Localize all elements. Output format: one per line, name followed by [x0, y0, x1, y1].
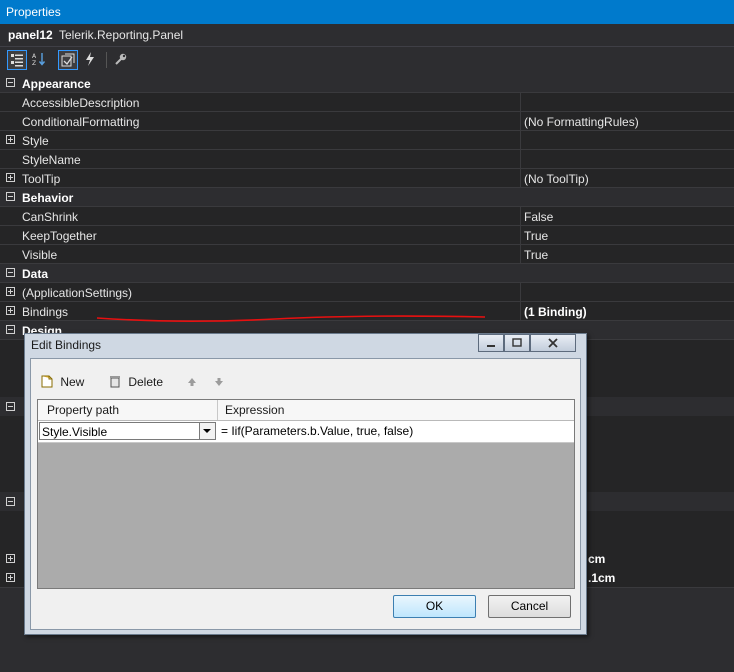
maximize-button[interactable]: [504, 334, 530, 352]
column-splitter[interactable]: [520, 207, 521, 226]
category-label: Appearance: [22, 77, 91, 91]
property-row[interactable]: StyleName: [0, 150, 734, 169]
category-behavior[interactable]: Behavior: [0, 188, 734, 207]
column-splitter[interactable]: [520, 150, 521, 169]
svg-text:A: A: [32, 53, 37, 60]
property-row[interactable]: Style: [0, 131, 734, 150]
category-label: Data: [22, 267, 49, 281]
move-down-button[interactable]: [214, 376, 224, 390]
column-splitter[interactable]: [520, 226, 521, 245]
properties-title-bar: Properties: [0, 0, 734, 24]
move-up-button[interactable]: [187, 376, 197, 390]
property-value[interactable]: False: [524, 210, 553, 224]
close-button[interactable]: [530, 334, 576, 352]
collapse-icon[interactable]: [6, 192, 15, 201]
partial-value: .1cm: [588, 571, 616, 585]
properties-toolbar: AZ: [0, 47, 734, 74]
properties-icon[interactable]: [58, 50, 78, 70]
property-name: Bindings: [22, 305, 69, 319]
expand-icon[interactable]: [6, 173, 15, 182]
property-name: ToolTip: [22, 172, 61, 186]
column-header-expression[interactable]: Expression: [225, 403, 284, 417]
column-divider: [217, 400, 218, 420]
new-icon: [41, 375, 53, 388]
category-appearance[interactable]: Appearance: [0, 74, 734, 93]
new-button[interactable]: New: [41, 375, 84, 389]
column-header-property-path[interactable]: Property path: [47, 403, 119, 417]
property-row[interactable]: (ApplicationSettings): [0, 283, 734, 302]
trash-icon: [110, 376, 120, 388]
property-row[interactable]: AccessibleDescription: [0, 93, 734, 112]
property-name: StyleName: [22, 153, 81, 167]
arrow-up-icon: [188, 378, 196, 386]
minimize-button[interactable]: [478, 334, 504, 352]
property-value[interactable]: (1 Binding): [524, 305, 587, 319]
category-data[interactable]: Data: [0, 264, 734, 283]
property-row[interactable]: Visible True: [0, 245, 734, 264]
collapse-icon[interactable]: [6, 325, 15, 334]
object-selector[interactable]: panel12 Telerik.Reporting.Panel: [0, 24, 734, 47]
column-splitter[interactable]: [520, 112, 521, 131]
window-title: Properties: [6, 5, 61, 19]
cancel-button[interactable]: Cancel: [488, 595, 571, 618]
property-name: ConditionalFormatting: [22, 115, 140, 129]
property-name: Style: [22, 134, 49, 148]
category-label: Behavior: [22, 191, 74, 205]
column-splitter[interactable]: [520, 302, 521, 321]
property-value[interactable]: True: [524, 248, 548, 262]
property-name: (ApplicationSettings): [22, 286, 133, 300]
dialog-client: New Delete Property path Expression Styl: [30, 358, 581, 630]
collapse-icon[interactable]: [6, 402, 15, 411]
expression-cell[interactable]: = Iif(Parameters.b.Value, true, false): [221, 424, 413, 438]
expand-icon[interactable]: [6, 554, 15, 563]
property-pages-icon[interactable]: [112, 50, 132, 70]
new-label: New: [60, 375, 85, 389]
property-path-value: Style.Visible: [42, 425, 108, 439]
object-type: Telerik.Reporting.Panel: [59, 28, 184, 42]
property-name: KeepTogether: [22, 229, 97, 243]
column-splitter[interactable]: [520, 283, 521, 302]
dialog-toolbar: New Delete: [35, 359, 575, 399]
chevron-down-icon[interactable]: [199, 423, 215, 439]
alphabetical-icon[interactable]: AZ: [30, 50, 50, 70]
collapse-icon[interactable]: [6, 78, 15, 87]
delete-button[interactable]: Delete: [109, 375, 163, 389]
delete-label: Delete: [128, 375, 164, 389]
edit-bindings-dialog: Edit Bindings New Delete Property path E…: [24, 333, 587, 635]
property-value[interactable]: True: [524, 229, 548, 243]
expand-icon[interactable]: [6, 135, 15, 144]
expand-icon[interactable]: [6, 573, 15, 582]
property-path-dropdown[interactable]: Style.Visible: [39, 422, 216, 440]
collapse-icon[interactable]: [6, 268, 15, 277]
object-name: panel12: [8, 28, 53, 42]
property-row[interactable]: ConditionalFormatting (No FormattingRule…: [0, 112, 734, 131]
partial-value: cm: [588, 552, 606, 566]
property-row[interactable]: CanShrink False: [0, 207, 734, 226]
property-row[interactable]: ToolTip (No ToolTip): [0, 169, 734, 188]
property-row[interactable]: KeepTogether True: [0, 226, 734, 245]
property-name: CanShrink: [22, 210, 79, 224]
toolbar-separator: [106, 52, 107, 68]
dialog-title: Edit Bindings: [31, 338, 102, 352]
categorized-icon[interactable]: [7, 50, 27, 70]
ok-button[interactable]: OK: [393, 595, 476, 618]
arrow-down-icon: [215, 378, 223, 386]
property-name: Visible: [22, 248, 58, 262]
table-row[interactable]: Style.Visible = Iif(Parameters.b.Value, …: [38, 421, 574, 443]
svg-text:Z: Z: [32, 60, 36, 66]
bindings-table: Property path Expression Style.Visible =…: [37, 399, 575, 589]
collapse-icon[interactable]: [6, 497, 15, 506]
table-header: Property path Expression: [38, 400, 574, 421]
column-splitter[interactable]: [520, 131, 521, 150]
column-splitter[interactable]: [520, 169, 521, 188]
expand-icon[interactable]: [6, 306, 15, 315]
property-value[interactable]: (No ToolTip): [524, 172, 589, 186]
red-annotation-underline: [96, 315, 486, 322]
property-name: AccessibleDescription: [22, 96, 140, 110]
expand-icon[interactable]: [6, 287, 15, 296]
property-value[interactable]: (No FormattingRules): [524, 115, 639, 129]
column-splitter[interactable]: [520, 245, 521, 264]
column-splitter[interactable]: [520, 93, 521, 112]
events-icon[interactable]: [81, 50, 101, 70]
